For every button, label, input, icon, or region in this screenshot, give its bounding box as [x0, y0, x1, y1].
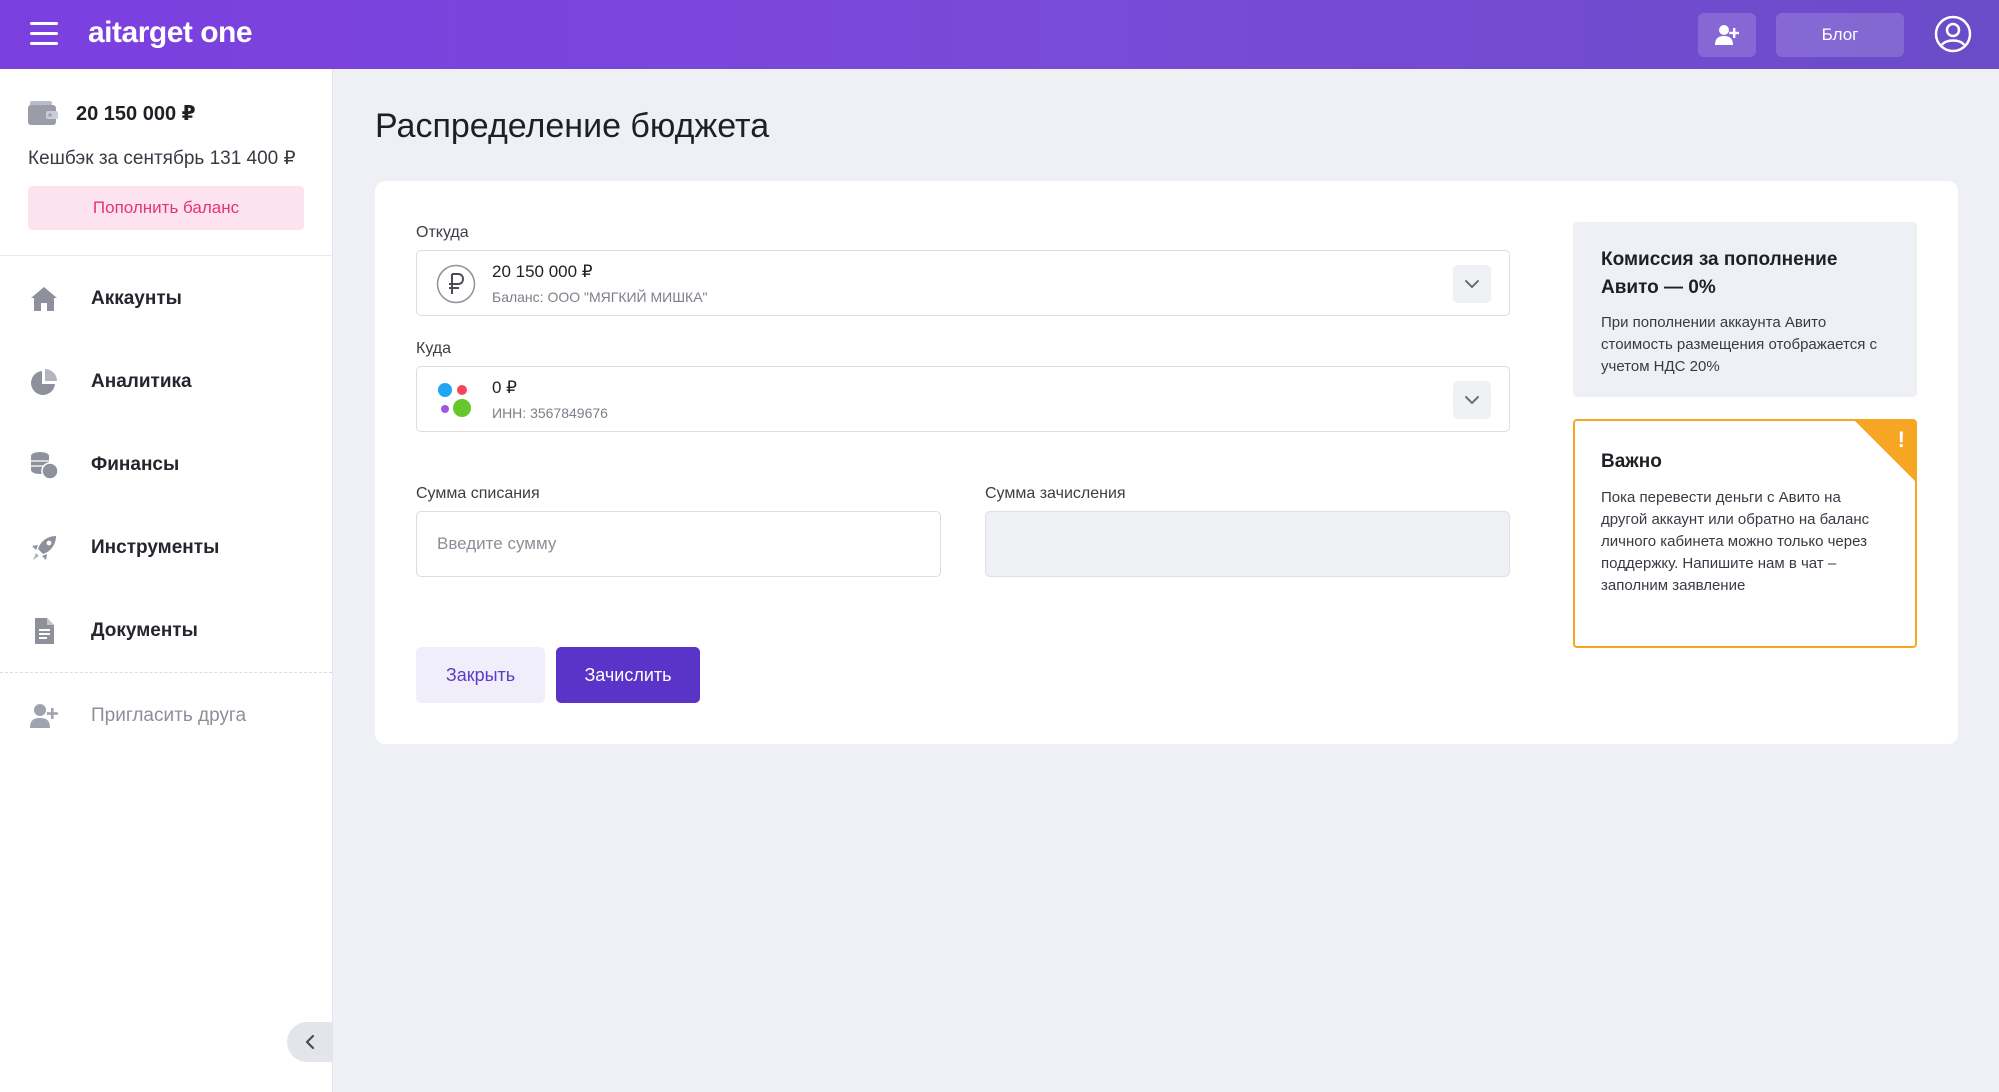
- from-sub: Баланс: ООО "МЯГКИЙ МИШКА": [492, 289, 708, 305]
- sidebar-item-analytics[interactable]: Аналитика: [0, 352, 332, 412]
- sidebar-item-label: Пригласить друга: [91, 705, 247, 726]
- sidebar-item-label: Финансы: [91, 454, 180, 475]
- divider: [0, 255, 332, 256]
- sidebar-item-tools[interactable]: Инструменты: [0, 518, 332, 578]
- cashback-text: Кешбэк за сентябрь 131 400 ₽: [28, 148, 296, 169]
- exclamation-icon: !: [1897, 427, 1905, 452]
- from-label: Откуда: [416, 224, 469, 241]
- to-sub: ИНН: 3567849676: [492, 405, 608, 421]
- logo[interactable]: aitarget one: [88, 16, 253, 50]
- credit-label: Сумма зачисления: [985, 485, 1126, 502]
- from-amount: 20 150 000 ₽: [492, 262, 593, 281]
- topup-button[interactable]: Пополнить баланс: [28, 186, 304, 230]
- document-icon: [35, 618, 54, 644]
- balance-amount: 20 150 000 ₽: [76, 102, 196, 125]
- submit-button[interactable]: Зачислить: [556, 647, 700, 703]
- sidebar-item-label: Аналитика: [91, 371, 192, 392]
- menu-icon[interactable]: [30, 22, 58, 46]
- ruble-icon: [436, 264, 476, 304]
- chevron-down-icon[interactable]: [1453, 381, 1491, 419]
- collapse-sidebar-button[interactable]: [287, 1022, 333, 1062]
- rocket-icon: [32, 536, 56, 560]
- sidebar-item-label: Аккаунты: [91, 288, 182, 309]
- coins-icon: [31, 452, 59, 480]
- debit-label: Сумма списания: [416, 485, 540, 502]
- debit-amount-input[interactable]: [416, 511, 941, 577]
- warning-text: Пока перевести деньги с Авито на другой …: [1601, 489, 1870, 594]
- info-title: Комиссия за пополнение Авито — 0%: [1601, 249, 1838, 298]
- sidebar: 20 150 000 ₽ Кешбэк за сентябрь 131 400 …: [0, 69, 333, 1092]
- chevron-down-icon[interactable]: [1453, 265, 1491, 303]
- sidebar-item-label: Документы: [91, 620, 198, 641]
- pie-chart-icon: [31, 369, 57, 395]
- add-user-icon: [1715, 25, 1739, 45]
- sidebar-item-label: Инструменты: [91, 537, 220, 558]
- blog-button[interactable]: Блог: [1776, 13, 1904, 57]
- add-user-icon: [30, 704, 58, 728]
- info-text: При пополнении аккаунта Авито стоимость …: [1601, 314, 1877, 375]
- page-title: Распределение бюджета: [375, 107, 770, 145]
- warning-box: ! Важно Пока перевести деньги с Авито на…: [1573, 419, 1917, 648]
- budget-form-card: Откуда 20 150 000 ₽ Баланс: ООО "МЯГКИЙ …: [375, 181, 1958, 744]
- balance-row: 20 150 000 ₽: [28, 99, 196, 127]
- home-icon: [31, 287, 57, 311]
- to-label: Куда: [416, 340, 452, 357]
- avito-logo-icon: [438, 383, 471, 417]
- warning-corner: [1854, 421, 1915, 482]
- user-avatar-icon[interactable]: [1934, 15, 1972, 53]
- add-user-button[interactable]: [1698, 13, 1756, 57]
- chevron-left-icon: [305, 1034, 315, 1050]
- close-button[interactable]: Закрыть: [416, 647, 545, 703]
- commission-info-box: Комиссия за пополнение Авито — 0% При по…: [1573, 222, 1917, 397]
- sidebar-item-accounts[interactable]: Аккаунты: [0, 269, 332, 329]
- to-amount: 0 ₽: [492, 378, 517, 397]
- top-bar: aitarget one Блог: [0, 0, 1999, 69]
- credit-amount-input: [985, 511, 1510, 577]
- wallet-icon: [28, 101, 58, 125]
- divider: [0, 672, 332, 673]
- to-select[interactable]: 0 ₽ ИНН: 3567849676: [416, 366, 1510, 432]
- warning-title: Важно: [1601, 451, 1662, 472]
- from-select[interactable]: 20 150 000 ₽ Баланс: ООО "МЯГКИЙ МИШКА": [416, 250, 1510, 316]
- sidebar-item-documents[interactable]: Документы: [0, 601, 332, 661]
- sidebar-item-finance[interactable]: Финансы: [0, 435, 332, 495]
- invite-friend-link[interactable]: Пригласить друга: [0, 686, 332, 746]
